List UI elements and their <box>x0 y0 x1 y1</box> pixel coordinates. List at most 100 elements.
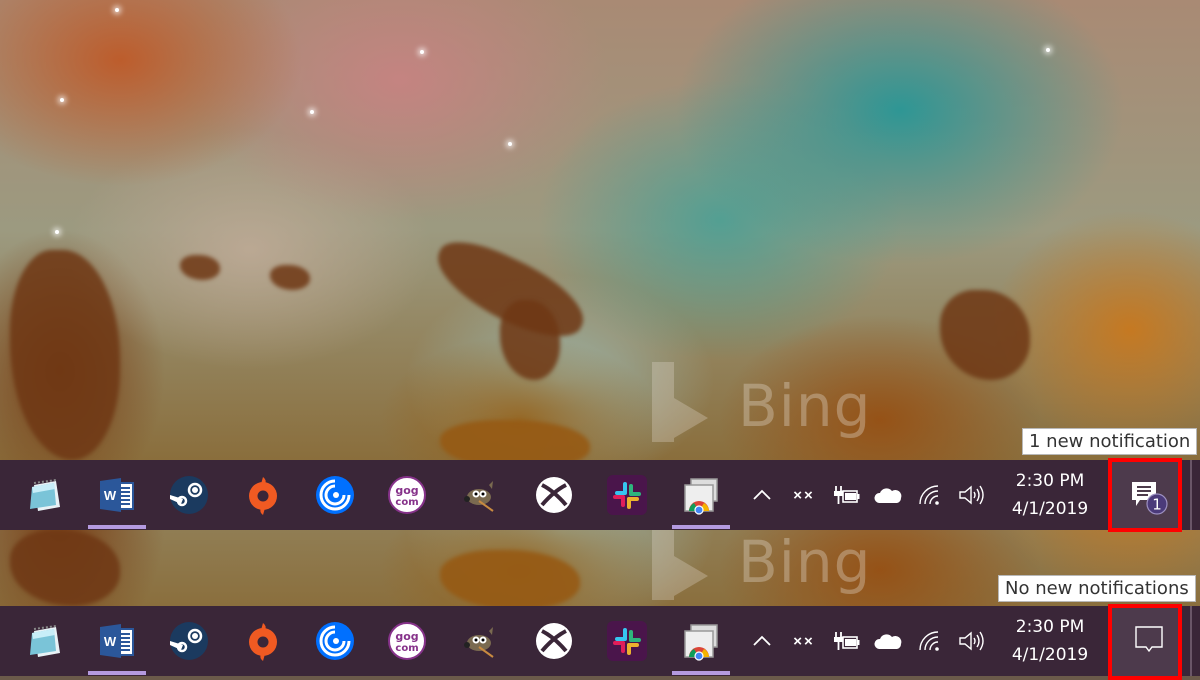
taskbar-app-origin[interactable] <box>234 606 292 676</box>
svg-text:com: com <box>395 497 418 508</box>
chevron-up-icon <box>753 489 771 500</box>
word-icon: W <box>100 478 134 512</box>
wifi-icon <box>919 485 939 505</box>
uplay-icon <box>316 622 354 660</box>
taskbar: W gog com <box>0 458 1200 532</box>
svg-text:W: W <box>104 634 117 649</box>
input-indicator[interactable]: ×× <box>788 606 820 676</box>
taskbar-app-xbox[interactable] <box>525 606 583 676</box>
steam-icon <box>170 622 208 660</box>
svg-text:W: W <box>104 488 117 503</box>
show-desktop-button[interactable] <box>1190 606 1192 676</box>
svg-text:gog: gog <box>395 630 418 643</box>
clock-button[interactable]: 2:30 PM 4/1/2019 <box>1000 460 1100 530</box>
volume-icon <box>959 485 984 505</box>
uplay-icon <box>316 476 354 514</box>
bing-logo-icon <box>652 362 712 442</box>
show-hidden-icons-button[interactable] <box>746 460 778 530</box>
taskbar: W gog com <box>0 604 1200 680</box>
taskbar-app-uplay[interactable] <box>306 460 364 530</box>
taskbar-app-steam[interactable] <box>160 606 218 676</box>
star <box>55 230 59 234</box>
taskbar-app-gimp[interactable] <box>450 606 508 676</box>
clock-time: 2:30 PM <box>1015 471 1085 491</box>
origin-icon <box>249 477 277 515</box>
taskbar-app-gog[interactable]: gog com <box>378 460 436 530</box>
chrome-remote-desktop-icon <box>684 624 718 661</box>
onedrive-button[interactable] <box>872 606 904 676</box>
taskbar-app-chrome-remote-desktop[interactable] <box>672 606 730 676</box>
bing-watermark: Bing <box>738 372 872 440</box>
taskbar-app-gog[interactable]: gog com <box>378 606 436 676</box>
wifi-button[interactable] <box>914 606 946 676</box>
taskbar-app-uplay[interactable] <box>306 606 364 676</box>
taskbar-app-notepad[interactable] <box>17 460 75 530</box>
volume-button[interactable] <box>956 460 988 530</box>
bing-logo-icon <box>652 530 712 600</box>
wifi-button[interactable] <box>914 460 946 530</box>
gog-icon: gog com <box>388 476 426 514</box>
taskbar-app-gimp[interactable] <box>450 460 508 530</box>
notification-filled-icon: 1 <box>1132 482 1168 515</box>
desktop-wallpaper: Bing <box>0 0 1200 460</box>
star <box>508 142 512 146</box>
taskbar-app-steam[interactable] <box>160 460 218 530</box>
star <box>310 110 314 114</box>
notepad-icon <box>30 625 60 657</box>
nebula-background <box>0 0 1200 460</box>
chevron-up-icon <box>753 635 771 646</box>
show-desktop-button[interactable] <box>1190 460 1192 530</box>
notification-empty-icon <box>1135 626 1163 653</box>
svg-text:1: 1 <box>1152 496 1162 514</box>
show-hidden-icons-button[interactable] <box>746 606 778 676</box>
taskbar-app-slack[interactable] <box>598 460 656 530</box>
taskbar-app-chrome-remote-desktop[interactable] <box>672 460 730 530</box>
battery-button[interactable] <box>830 460 862 530</box>
battery-charging-icon <box>834 486 860 504</box>
onedrive-cloud-icon <box>874 488 902 503</box>
svg-text:gog: gog <box>395 484 418 497</box>
onedrive-button[interactable] <box>872 460 904 530</box>
xbox-icon <box>536 623 572 659</box>
clock-time: 2:30 PM <box>1015 617 1085 637</box>
taskbar-app-notepad[interactable] <box>17 606 75 676</box>
battery-charging-icon <box>834 632 860 650</box>
gog-icon: gog com <box>388 622 426 660</box>
svg-text:com: com <box>395 643 418 654</box>
taskbar-app-xbox[interactable] <box>525 460 583 530</box>
origin-icon <box>249 623 277 661</box>
action-center-button[interactable]: 1 <box>1108 458 1182 532</box>
slack-icon <box>607 621 647 661</box>
battery-button[interactable] <box>830 606 862 676</box>
notification-tooltip: 1 new notification <box>1022 428 1198 455</box>
taskbar-app-origin[interactable] <box>234 460 292 530</box>
action-center-button[interactable] <box>1108 604 1182 680</box>
xbox-icon <box>536 477 572 513</box>
volume-button[interactable] <box>956 606 988 676</box>
star <box>60 98 64 102</box>
gimp-icon <box>464 627 494 658</box>
star <box>115 8 119 12</box>
input-indicator-icon: ×× <box>793 486 815 504</box>
clock-button[interactable]: 2:30 PM 4/1/2019 <box>1000 606 1100 676</box>
onedrive-cloud-icon <box>874 634 902 649</box>
input-indicator[interactable]: ×× <box>788 460 820 530</box>
slack-icon <box>607 475 647 515</box>
bing-watermark: Bing <box>738 530 872 596</box>
steam-icon <box>170 476 208 514</box>
gimp-icon <box>464 481 494 512</box>
clock-date: 4/1/2019 <box>1011 499 1089 519</box>
taskbar-app-word[interactable]: W <box>88 460 146 530</box>
taskbar-app-word[interactable]: W <box>88 606 146 676</box>
input-indicator-icon: ×× <box>793 632 815 650</box>
wifi-icon <box>919 631 939 651</box>
notification-tooltip: No new notifications <box>998 575 1196 602</box>
volume-icon <box>959 631 984 651</box>
clock-date: 4/1/2019 <box>1011 645 1089 665</box>
word-icon: W <box>100 624 134 658</box>
taskbar-app-slack[interactable] <box>598 606 656 676</box>
star <box>1046 48 1050 52</box>
notepad-icon <box>30 479 60 511</box>
chrome-remote-desktop-icon <box>684 478 718 515</box>
star <box>420 50 424 54</box>
